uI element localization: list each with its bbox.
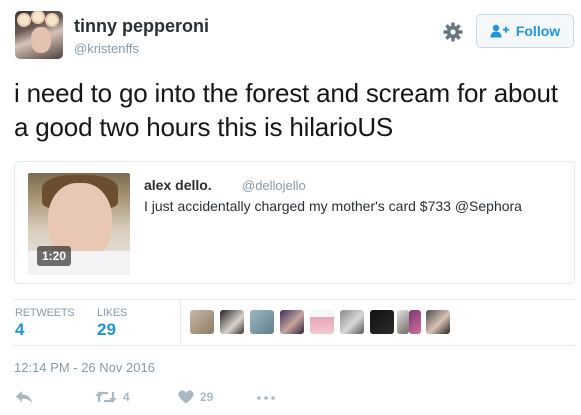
liker-avatar[interactable] bbox=[397, 310, 409, 334]
like-button[interactable]: 29 bbox=[178, 390, 213, 404]
liker-avatar[interactable] bbox=[190, 310, 214, 334]
reply-button[interactable] bbox=[15, 390, 33, 404]
quoted-tweet[interactable]: 1:20 alex dello. @dellojello I just acci… bbox=[14, 161, 575, 284]
liker-avatar[interactable] bbox=[310, 310, 334, 334]
quoted-author-handle: @dellojello bbox=[242, 178, 306, 193]
tweet-card: tinny pepperoni @kristenffs Follow i nee… bbox=[0, 0, 581, 415]
reply-icon bbox=[15, 390, 33, 404]
flower-crown-decoration bbox=[47, 15, 57, 25]
liker-avatar[interactable] bbox=[280, 310, 304, 334]
more-dots-icon bbox=[257, 396, 275, 400]
follow-button[interactable]: Follow bbox=[476, 14, 574, 48]
quoted-author-name: alex dello. bbox=[144, 177, 212, 193]
more-button[interactable] bbox=[257, 396, 275, 400]
liker-avatar[interactable] bbox=[370, 310, 394, 334]
video-duration-badge: 1:20 bbox=[37, 246, 72, 266]
heart-icon bbox=[178, 390, 194, 404]
liker-avatar[interactable] bbox=[250, 310, 274, 334]
retweet-button[interactable]: 4 bbox=[95, 390, 130, 404]
flower-crown-decoration bbox=[19, 15, 29, 25]
follow-person-plus-icon bbox=[490, 24, 510, 38]
likes-label: LIKES bbox=[97, 307, 128, 319]
author-display-name[interactable]: tinny pepperoni bbox=[74, 16, 209, 37]
stats-top-divider bbox=[14, 299, 575, 300]
author-avatar[interactable] bbox=[15, 11, 63, 59]
liker-avatar[interactable] bbox=[409, 310, 421, 334]
tweet-timestamp[interactable]: 12:14 PM - 26 Nov 2016 bbox=[14, 360, 155, 375]
stats-bottom-divider bbox=[14, 345, 575, 346]
quoted-video-thumbnail[interactable]: 1:20 bbox=[28, 173, 130, 275]
liker-avatar[interactable] bbox=[220, 310, 244, 334]
retweets-count[interactable]: 4 bbox=[15, 320, 24, 340]
flower-crown-decoration bbox=[33, 12, 43, 22]
liker-avatar[interactable] bbox=[426, 310, 450, 334]
like-action-count: 29 bbox=[200, 390, 214, 404]
retweets-label: RETWEETS bbox=[15, 307, 75, 319]
avatar-face bbox=[31, 27, 51, 53]
retweet-action-count: 4 bbox=[123, 390, 130, 404]
retweet-icon bbox=[95, 390, 117, 404]
gear-icon[interactable] bbox=[441, 20, 465, 44]
likes-count[interactable]: 29 bbox=[97, 320, 116, 340]
follow-button-label: Follow bbox=[515, 23, 561, 39]
author-handle[interactable]: @kristenffs bbox=[74, 41, 139, 56]
quoted-tweet-text: I just accidentally charged my mother's … bbox=[144, 198, 522, 214]
tweet-text: i need to go into the forest and scream … bbox=[14, 78, 558, 142]
stats-vertical-divider bbox=[180, 300, 181, 344]
liker-avatar[interactable] bbox=[340, 310, 364, 334]
